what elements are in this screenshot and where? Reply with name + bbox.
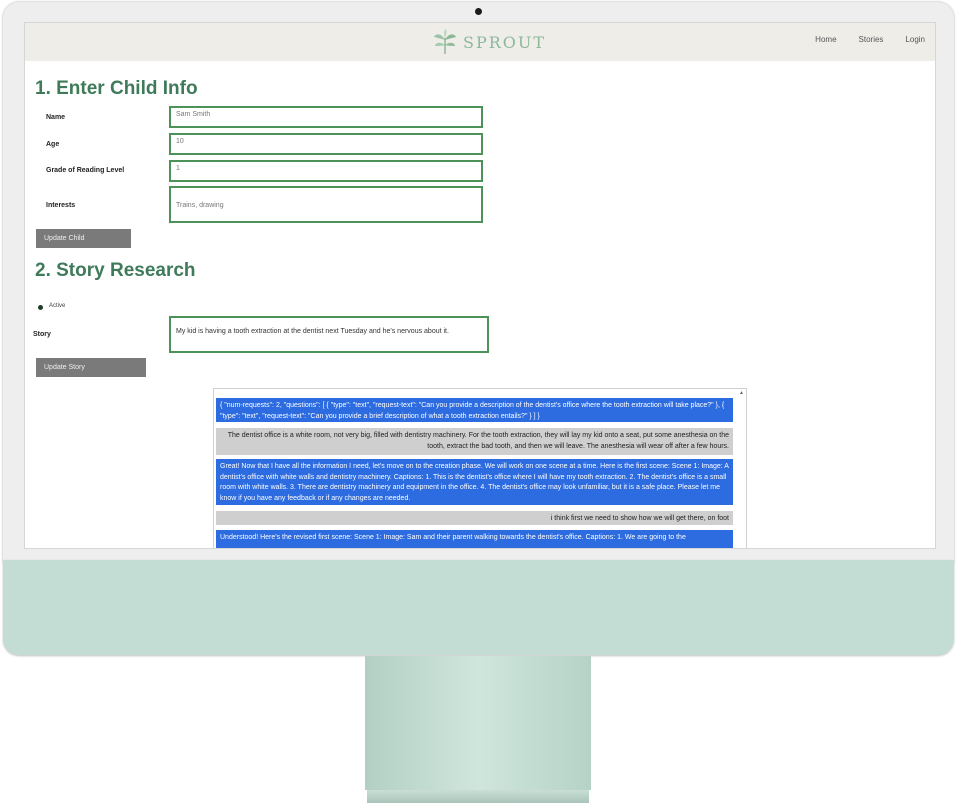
update-story-button[interactable]: Update Story bbox=[36, 358, 146, 377]
update-child-button[interactable]: Update Child bbox=[36, 229, 131, 248]
chat-panel[interactable]: ▲ { "num-requests": 2, "questions": [ { … bbox=[213, 388, 747, 548]
reading-level-input[interactable]: 1 bbox=[169, 160, 483, 182]
reading-level-label: Grade of Reading Level bbox=[46, 167, 125, 174]
monitor-chin bbox=[3, 560, 954, 655]
child-info-title: 1. Enter Child Info bbox=[35, 78, 198, 99]
monitor-stand-foot bbox=[367, 790, 589, 803]
nav-link-home[interactable]: Home bbox=[815, 35, 836, 44]
chat-message-user: The dentist office is a white room, not … bbox=[216, 428, 733, 455]
chat-message-bot: Great! Now that I have all the informati… bbox=[216, 459, 733, 505]
age-label: Age bbox=[46, 141, 60, 148]
top-nav: SPROUT Home Stories Login bbox=[25, 23, 935, 61]
nav-link-stories[interactable]: Stories bbox=[859, 35, 884, 44]
sprout-leaf-icon bbox=[434, 29, 456, 54]
story-label: Story bbox=[33, 331, 51, 338]
interests-input[interactable]: Trains, drawing bbox=[169, 186, 483, 223]
name-label: Name bbox=[46, 114, 66, 121]
chat-message-user: i think first we need to show how we wil… bbox=[216, 511, 733, 525]
logo[interactable]: SPROUT bbox=[431, 28, 546, 56]
status-label: Active bbox=[49, 303, 66, 309]
screen: SPROUT Home Stories Login 1. Enter Child… bbox=[24, 22, 936, 549]
name-input[interactable]: Sam Smith bbox=[169, 106, 483, 128]
monitor-stand bbox=[365, 656, 591, 790]
camera-icon bbox=[475, 8, 482, 15]
logo-text: SPROUT bbox=[463, 32, 547, 52]
story-input[interactable]: My kid is having a tooth extraction at t… bbox=[169, 316, 489, 353]
scroll-up-arrow-icon[interactable]: ▲ bbox=[739, 390, 744, 396]
nav-links: Home Stories Login bbox=[815, 35, 925, 44]
chat-message-bot: { "num-requests": 2, "questions": [ { "t… bbox=[216, 398, 733, 422]
nav-link-login[interactable]: Login bbox=[905, 35, 925, 44]
age-input[interactable]: 10 bbox=[169, 133, 483, 155]
story-research-title: 2. Story Research bbox=[35, 260, 196, 281]
chat-message-bot: Understood! Here's the revised first sce… bbox=[216, 530, 733, 548]
interests-label: Interests bbox=[46, 202, 76, 209]
active-status-icon bbox=[38, 305, 43, 310]
